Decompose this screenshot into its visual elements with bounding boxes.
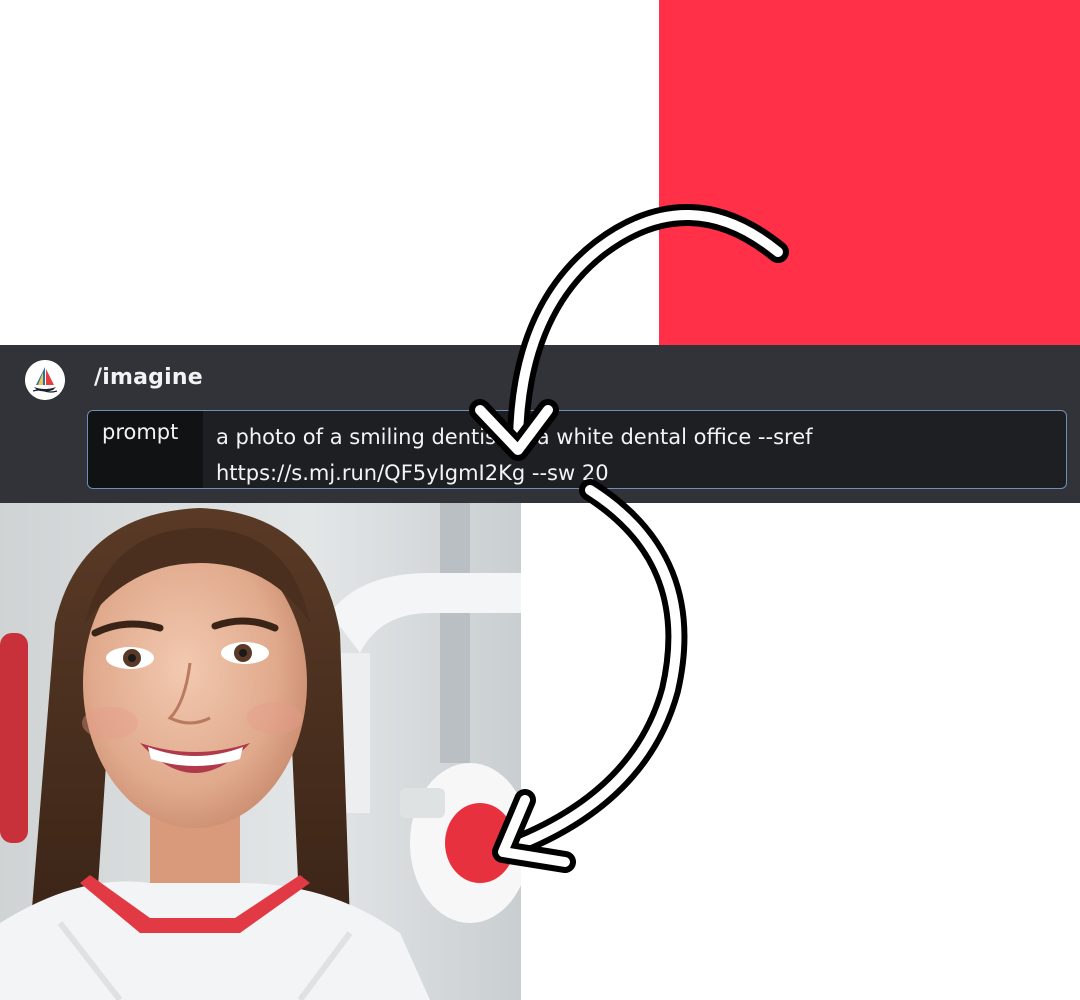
prompt-input[interactable]: prompt a photo of a smiling dentist in a… xyxy=(87,410,1067,489)
dentist-portrait-illustration xyxy=(0,503,521,1000)
midjourney-sailboat-icon xyxy=(25,360,65,400)
style-reference-swatch xyxy=(659,0,1080,345)
arrow-prompt-to-photo xyxy=(494,479,688,861)
prompt-text-line-2: https://s.mj.run/QF5yIgmI2Kg --sw 20 xyxy=(216,461,609,485)
generated-photo-image xyxy=(0,503,521,1000)
imagine-command-panel: /imagine prompt a photo of a smiling den… xyxy=(0,345,1080,503)
prompt-option-label: prompt xyxy=(88,411,203,488)
prompt-text-line-1: a photo of a smiling dentist in a white … xyxy=(216,425,813,449)
sailboat-logo xyxy=(25,360,65,400)
prompt-text[interactable]: a photo of a smiling dentist in a white … xyxy=(216,419,1056,488)
command-name[interactable]: /imagine xyxy=(94,365,203,390)
canvas: /imagine prompt a photo of a smiling den… xyxy=(0,0,1080,1000)
